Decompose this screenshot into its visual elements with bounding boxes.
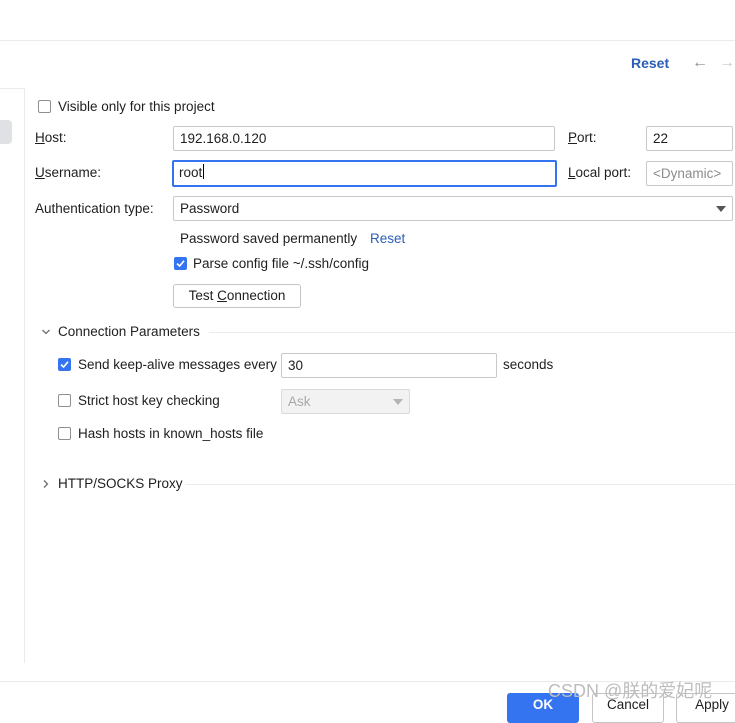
sidebar-top-divider [0, 88, 25, 89]
reset-all-link[interactable]: Reset [631, 55, 669, 71]
username-label: Username: [35, 165, 102, 180]
password-reset-link[interactable]: Reset [370, 231, 405, 246]
sidebar-divider [24, 88, 25, 663]
chevron-right-icon[interactable] [42, 479, 50, 489]
keep-alive-checkbox[interactable] [58, 358, 71, 371]
text-caret [203, 164, 205, 179]
parse-config-label: Parse config file ~/.ssh/config [193, 256, 369, 271]
local-port-label: Local port: [568, 165, 632, 180]
strict-host-value: Ask [288, 394, 311, 409]
auth-type-select[interactable]: Password [173, 196, 733, 221]
proxy-title[interactable]: HTTP/SOCKS Proxy [58, 476, 183, 491]
visible-only-checkbox[interactable] [38, 100, 51, 113]
checkmark-icon [60, 361, 69, 369]
host-input[interactable]: 192.168.0.120 [173, 126, 555, 151]
password-saved-text: Password saved permanently [180, 231, 358, 246]
hash-hosts-checkbox[interactable] [58, 427, 71, 440]
keep-alive-input[interactable]: 30 [281, 353, 497, 378]
username-input[interactable]: root [172, 160, 557, 187]
visible-only-label: Visible only for this project [58, 99, 215, 114]
watermark: CSDN @朕的爱妃呢 [548, 681, 713, 701]
chevron-down-icon [393, 399, 403, 405]
local-port-input[interactable]: <Dynamic> [646, 161, 733, 186]
arrow-right-icon[interactable]: → [719, 54, 735, 72]
strict-host-label: Strict host key checking [78, 393, 220, 408]
chevron-down-icon[interactable] [41, 328, 51, 336]
top-divider [0, 40, 735, 41]
connection-parameters-divider [209, 332, 735, 333]
keep-alive-unit: seconds [503, 357, 554, 372]
username-value: root [179, 165, 203, 180]
checkmark-icon [176, 260, 185, 268]
sidebar-selected-item[interactable] [0, 120, 12, 144]
chevron-down-icon [716, 206, 726, 212]
strict-host-select[interactable]: Ask [281, 389, 410, 414]
connection-parameters-title[interactable]: Connection Parameters [58, 324, 200, 339]
keep-alive-label: Send keep-alive messages every [78, 357, 277, 372]
port-label: Port: [568, 130, 597, 145]
hash-hosts-label: Hash hosts in known_hosts file [78, 426, 264, 441]
proxy-divider [186, 484, 735, 485]
host-label: Host: [35, 130, 67, 145]
strict-host-checkbox[interactable] [58, 394, 71, 407]
auth-type-value: Password [180, 201, 240, 216]
arrow-left-icon[interactable]: ← [692, 54, 708, 72]
port-input[interactable]: 22 [646, 126, 733, 151]
auth-type-label: Authentication type: [35, 201, 154, 216]
parse-config-checkbox[interactable] [174, 257, 187, 270]
test-connection-button[interactable]: Test Connection [173, 284, 301, 308]
